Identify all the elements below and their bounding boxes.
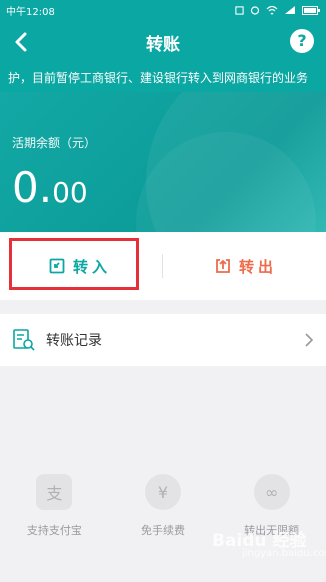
chevron-right-icon — [305, 333, 314, 347]
balance-decimal: 00 — [52, 176, 88, 209]
wifi-icon — [266, 5, 278, 15]
help-icon[interactable]: ? — [290, 29, 314, 53]
records-label: 转账记录 — [46, 333, 102, 349]
feature-label: 支持支付宝 — [26, 524, 82, 537]
alarm-icon — [250, 6, 260, 15]
notice-banner: 护，目前暂停工商银行、建设银行转入到网商银行的业务 — [0, 64, 326, 92]
balance-label: 活期余额（元） — [12, 136, 97, 150]
status-time: 中午12:08 — [6, 6, 55, 18]
alipay-icon: 支 — [36, 474, 73, 510]
highlight-box — [9, 238, 139, 290]
balance-card: 活期余额（元） 0.00 — [0, 92, 326, 232]
balance-integer: 0. — [12, 163, 53, 212]
page-title: 转账 — [146, 35, 180, 55]
app-header: 转账 ? — [0, 20, 326, 64]
watermark-url: jingyan.baidu.com — [242, 548, 326, 559]
baidu-watermark: Baidu 经验 jingyan.baidu.com — [172, 512, 326, 572]
infinity-icon: ∞ — [253, 474, 290, 510]
yuan-icon: ¥ — [144, 474, 181, 510]
transfer-out-label: 转出 — [238, 257, 277, 276]
transfer-out-icon — [216, 259, 230, 273]
records-icon — [13, 329, 35, 351]
signal-icon — [285, 6, 295, 14]
status-icons — [235, 5, 320, 15]
action-bar: 转入 转出 — [0, 232, 326, 300]
battery-icon — [302, 5, 320, 15]
transfer-records-row[interactable]: 转账记录 — [0, 314, 326, 366]
feature-alipay: 支 支持支付宝 — [9, 474, 99, 554]
balance-amount: 0.00 — [12, 164, 88, 217]
screen-icon — [235, 5, 244, 15]
action-divider — [162, 254, 163, 278]
status-bar: 中午12:08 — [0, 0, 326, 20]
transfer-out-button[interactable]: 转出 — [166, 232, 326, 300]
